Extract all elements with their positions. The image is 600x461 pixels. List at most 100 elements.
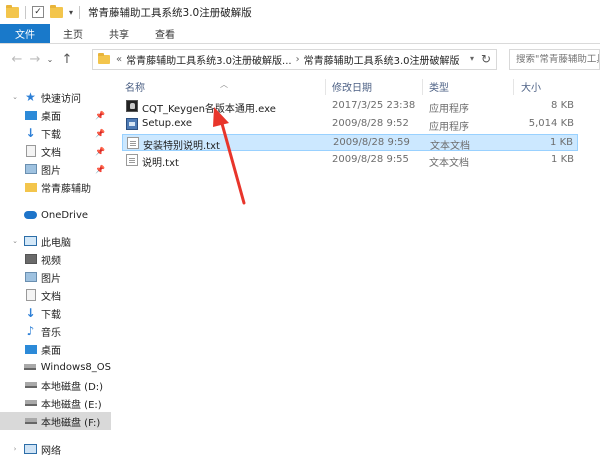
- sidebar-item-windows8-os[interactable]: Windows8_OS: [0, 358, 111, 376]
- chevron-right-icon[interactable]: ›: [10, 445, 20, 453]
- sidebar-item-label: OneDrive: [41, 209, 89, 221]
- column-header-type[interactable]: 类型: [429, 79, 449, 94]
- star-icon: ★: [25, 90, 36, 104]
- text-file-icon: [127, 137, 139, 149]
- sidebar-item-downloads-pc[interactable]: ↓ 下载: [0, 304, 111, 322]
- file-size: 1 KB: [550, 137, 573, 148]
- pin-icon[interactable]: 📌: [95, 129, 105, 138]
- divider: [25, 5, 26, 19]
- forward-button[interactable]: →: [26, 49, 44, 69]
- breadcrumb-parent[interactable]: 常青藤辅助工具系统3.0注册破解版...: [126, 52, 291, 67]
- file-list: ︿ 名称 修改日期 类型 大小 CQT_Keygen各版本通用.exe 2017…: [117, 73, 600, 461]
- column-divider[interactable]: [513, 79, 514, 95]
- column-header-size[interactable]: 大小: [521, 79, 541, 94]
- sidebar-item-label: 文档: [41, 147, 61, 159]
- folder-icon: [24, 182, 37, 192]
- breadcrumb-current[interactable]: 常青藤辅助工具系统3.0注册破解版: [304, 52, 460, 67]
- this-pc-icon: [24, 236, 37, 246]
- sidebar-item-label: Windows8_OS: [40, 361, 111, 373]
- sidebar-item-this-pc[interactable]: ⌄ 此电脑: [0, 232, 111, 250]
- address-bar[interactable]: « 常青藤辅助工具系统3.0注册破解版... › 常青藤辅助工具系统3.0注册破…: [92, 49, 497, 70]
- sidebar-item-music[interactable]: ♪ 音乐: [0, 322, 111, 340]
- drive-icon: [24, 418, 37, 424]
- sidebar-item-pictures[interactable]: 图片 📌: [0, 160, 111, 178]
- back-button[interactable]: ←: [8, 49, 26, 69]
- chevron-down-icon[interactable]: ⌄: [10, 237, 20, 245]
- sidebar-item-onedrive[interactable]: OneDrive: [0, 206, 111, 224]
- search-box[interactable]: [509, 49, 600, 70]
- file-type: 文本文档: [429, 158, 469, 169]
- divider: [79, 5, 81, 19]
- download-icon: ↓: [25, 126, 36, 140]
- sidebar-item-videos[interactable]: 视频: [0, 250, 111, 268]
- network-icon: [24, 444, 37, 454]
- sidebar-item-drive-e[interactable]: 本地磁盘 (E:): [0, 394, 111, 412]
- file-date: 2009/8/28 9:59: [333, 137, 410, 148]
- column-header-name[interactable]: 名称: [125, 79, 145, 94]
- folder-icon: [6, 4, 19, 18]
- title-bar: ✓ ▾ 常青藤辅助工具系统3.0注册破解版: [0, 0, 600, 24]
- file-row[interactable]: 安装特别说明.txt 2009/8/28 9:59 文本文档 1 KB: [122, 134, 578, 152]
- navigation-bar: ← → ⌄ ↑ « 常青藤辅助工具系统3.0注册破解版... › 常青藤辅助工具…: [0, 45, 600, 73]
- pictures-icon: [24, 164, 37, 174]
- navigation-pane: ⌄ ★ 快速访问 桌面 📌 ↓ 下载 📌 文档 📌 图片 📌 常青藤辅助 One…: [0, 76, 111, 461]
- sort-caret-icon: ︿: [220, 80, 228, 89]
- tab-home[interactable]: 主页: [50, 24, 96, 43]
- sidebar-item-drive-f[interactable]: 本地磁盘 (F:): [0, 412, 111, 430]
- sidebar-item-label: 本地磁盘 (F:): [41, 417, 101, 429]
- tab-view[interactable]: 查看: [142, 24, 188, 43]
- sidebar-item-documents[interactable]: 文档 📌: [0, 142, 111, 160]
- sidebar-item-label: 音乐: [41, 327, 61, 339]
- file-name: 说明.txt: [142, 158, 179, 169]
- tab-share[interactable]: 共享: [96, 24, 142, 43]
- ribbon-tabs: 文件 主页 共享 查看: [0, 24, 600, 44]
- file-row[interactable]: Setup.exe 2009/8/28 9:52 应用程序 5,014 KB: [122, 116, 578, 133]
- chevron-down-icon[interactable]: ▾: [470, 54, 474, 63]
- properties-icon[interactable]: ✓: [32, 6, 44, 18]
- sidebar-item-label: 下载: [41, 129, 61, 141]
- drive-icon: [24, 364, 37, 370]
- sidebar-item-pictures-pc[interactable]: 图片: [0, 268, 111, 286]
- sidebar-item-label: 本地磁盘 (E:): [41, 399, 102, 411]
- column-header-date[interactable]: 修改日期: [332, 79, 372, 94]
- file-date: 2009/8/28 9:55: [332, 154, 409, 165]
- column-header-row: ︿ 名称 修改日期 类型 大小: [117, 73, 600, 95]
- file-size: 1 KB: [551, 154, 574, 165]
- breadcrumb-separator[interactable]: ›: [296, 54, 300, 65]
- file-type: 文本文档: [430, 141, 470, 152]
- chevron-down-icon[interactable]: ⌄: [10, 93, 20, 101]
- keygen-exe-icon: [126, 100, 138, 112]
- drive-icon: [24, 400, 37, 406]
- up-button[interactable]: ↑: [58, 49, 76, 69]
- search-input[interactable]: [516, 54, 599, 65]
- file-row[interactable]: CQT_Keygen各版本通用.exe 2017/3/25 23:38 应用程序…: [122, 98, 578, 115]
- sidebar-item-downloads[interactable]: ↓ 下载 📌: [0, 124, 111, 142]
- address-overflow[interactable]: «: [116, 54, 122, 65]
- sidebar-item-drive-d[interactable]: 本地磁盘 (D:): [0, 376, 111, 394]
- sidebar-item-label: 常青藤辅助: [41, 183, 91, 195]
- column-divider[interactable]: [422, 79, 423, 95]
- pin-icon[interactable]: 📌: [95, 165, 105, 174]
- sidebar-item-quick-access[interactable]: ⌄ ★ 快速访问: [0, 88, 111, 106]
- quick-access-toolbar-dropdown-icon[interactable]: ▾: [69, 8, 73, 17]
- sidebar-item-documents-pc[interactable]: 文档: [0, 286, 111, 304]
- file-name: 安装特别说明.txt: [143, 141, 220, 152]
- refresh-icon[interactable]: ↻: [481, 52, 491, 66]
- column-divider[interactable]: [325, 79, 326, 95]
- sidebar-item-changqingteng[interactable]: 常青藤辅助: [0, 178, 111, 196]
- file-row[interactable]: 说明.txt 2009/8/28 9:55 文本文档 1 KB: [122, 152, 578, 169]
- recent-locations-button[interactable]: ⌄: [44, 49, 56, 69]
- sidebar-item-label: 本地磁盘 (D:): [41, 381, 104, 393]
- sidebar-item-label: 快速访问: [41, 93, 81, 105]
- sidebar-item-desktop[interactable]: 桌面 📌: [0, 106, 111, 124]
- sidebar-item-desktop-pc[interactable]: 桌面: [0, 340, 111, 358]
- tab-file[interactable]: 文件: [0, 24, 50, 43]
- pin-icon[interactable]: 📌: [95, 111, 105, 120]
- sidebar-item-network[interactable]: › 网络: [0, 440, 111, 458]
- window-title: 常青藤辅助工具系统3.0注册破解版: [88, 6, 252, 19]
- pin-icon[interactable]: 📌: [95, 147, 105, 156]
- file-date: 2009/8/28 9:52: [332, 118, 409, 129]
- document-icon: [25, 289, 36, 301]
- new-folder-icon[interactable]: [50, 4, 63, 18]
- download-icon: ↓: [25, 306, 36, 320]
